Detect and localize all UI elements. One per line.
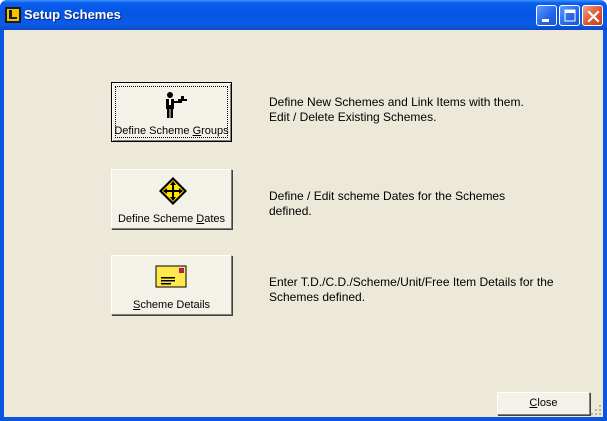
define-scheme-dates-description: Define / Edit scheme Dates for the Schem…	[269, 189, 506, 218]
minimize-icon	[542, 19, 549, 22]
close-button[interactable]: Close	[497, 392, 590, 415]
resize-grip-icon[interactable]	[590, 404, 602, 416]
define-scheme-dates-button[interactable]: Define Scheme Dates	[111, 169, 232, 229]
define-scheme-groups-label: Define Scheme Groups	[114, 125, 229, 137]
scheme-details-label: Scheme Details	[132, 299, 211, 311]
define-scheme-groups-button[interactable]: Define Scheme Groups	[111, 82, 232, 142]
define-scheme-dates-label: Define Scheme Dates	[117, 213, 225, 225]
ledger-app-icon	[5, 7, 21, 23]
waiter-tray-icon	[166, 92, 187, 118]
maximize-button[interactable]	[559, 5, 580, 26]
window-title: Setup Schemes	[24, 7, 121, 22]
close-window-button[interactable]	[582, 5, 603, 26]
title-bar[interactable]: Setup Schemes	[0, 0, 607, 30]
maximize-icon	[564, 9, 576, 22]
define-scheme-groups-description: Define New Schemes and Link Items with t…	[269, 95, 524, 124]
client-area: Define Scheme Groups Define New Schemes …	[4, 30, 603, 417]
scheme-details-button[interactable]: Scheme Details	[111, 255, 232, 315]
scheme-details-description: Enter T.D./C.D./Scheme/Unit/Free Item De…	[269, 275, 554, 304]
envelope-icon	[155, 265, 187, 288]
close-icon	[587, 10, 600, 23]
setup-schemes-window: Setup Schemes Define Scheme Groups Defin…	[0, 0, 607, 421]
minimize-button[interactable]	[536, 5, 557, 26]
diamond-arrows-icon	[159, 177, 187, 205]
